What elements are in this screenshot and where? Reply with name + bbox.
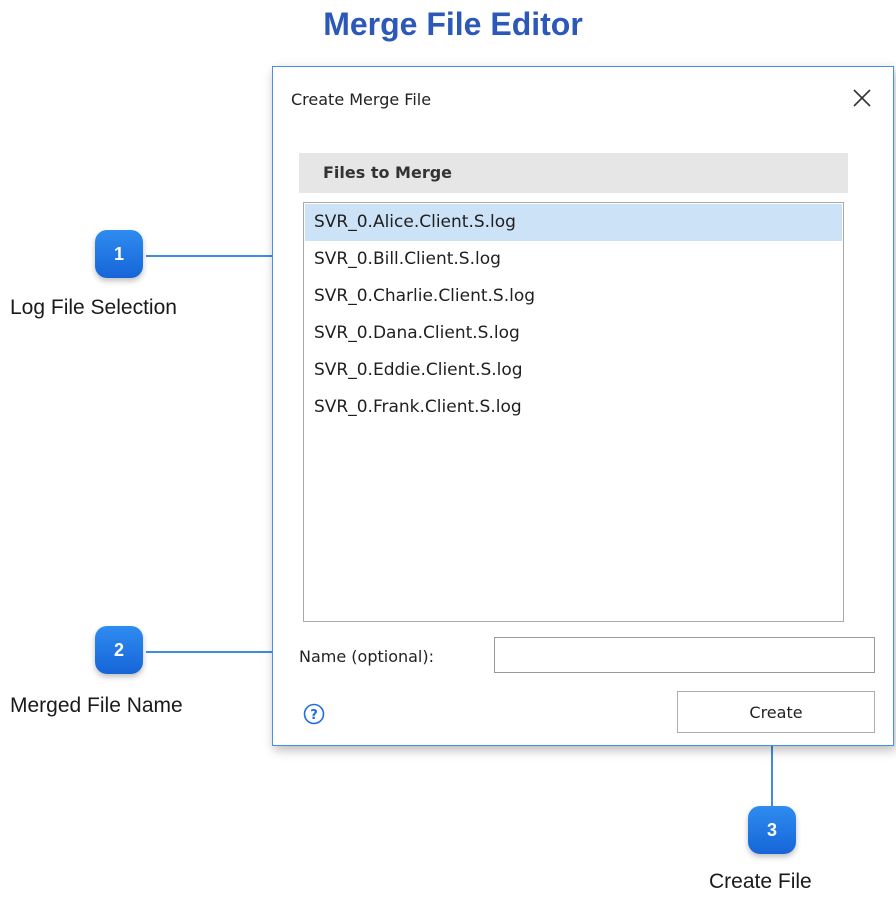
file-list-item[interactable]: SVR_0.Frank.Client.S.log xyxy=(305,389,842,426)
close-button[interactable] xyxy=(845,81,879,115)
callout-2-badge: 2 xyxy=(95,626,143,674)
callout-2-line xyxy=(146,651,284,653)
create-merge-file-dialog: Create Merge File Files to Merge SVR_0.A… xyxy=(272,66,894,746)
file-list-item[interactable]: SVR_0.Charlie.Client.S.log xyxy=(305,278,842,315)
callout-3-label: Create File xyxy=(709,870,812,893)
file-list-item[interactable]: SVR_0.Bill.Client.S.log xyxy=(305,241,842,278)
files-to-merge-header: Files to Merge xyxy=(299,153,848,193)
page-title: Merge File Editor xyxy=(323,6,583,42)
svg-text:?: ? xyxy=(310,708,318,723)
file-list[interactable]: SVR_0.Alice.Client.S.log SVR_0.Bill.Clie… xyxy=(303,202,844,622)
dialog-title: Create Merge File xyxy=(291,90,432,109)
callout-1-label: Log File Selection xyxy=(10,296,177,319)
help-icon[interactable]: ? xyxy=(303,703,325,725)
file-list-item[interactable]: SVR_0.Alice.Client.S.log xyxy=(305,204,842,241)
callout-2-label: Merged File Name xyxy=(10,694,183,717)
create-button[interactable]: Create xyxy=(677,691,875,733)
callout-3-badge: 3 xyxy=(748,806,796,854)
close-icon xyxy=(853,89,871,107)
name-input[interactable] xyxy=(494,637,875,673)
file-list-item[interactable]: SVR_0.Eddie.Client.S.log xyxy=(305,352,842,389)
callout-1-badge: 1 xyxy=(95,230,143,278)
callout-3-line xyxy=(771,746,773,810)
callout-1-line xyxy=(146,255,284,257)
name-label: Name (optional): xyxy=(299,647,435,666)
file-list-item[interactable]: SVR_0.Dana.Client.S.log xyxy=(305,315,842,352)
